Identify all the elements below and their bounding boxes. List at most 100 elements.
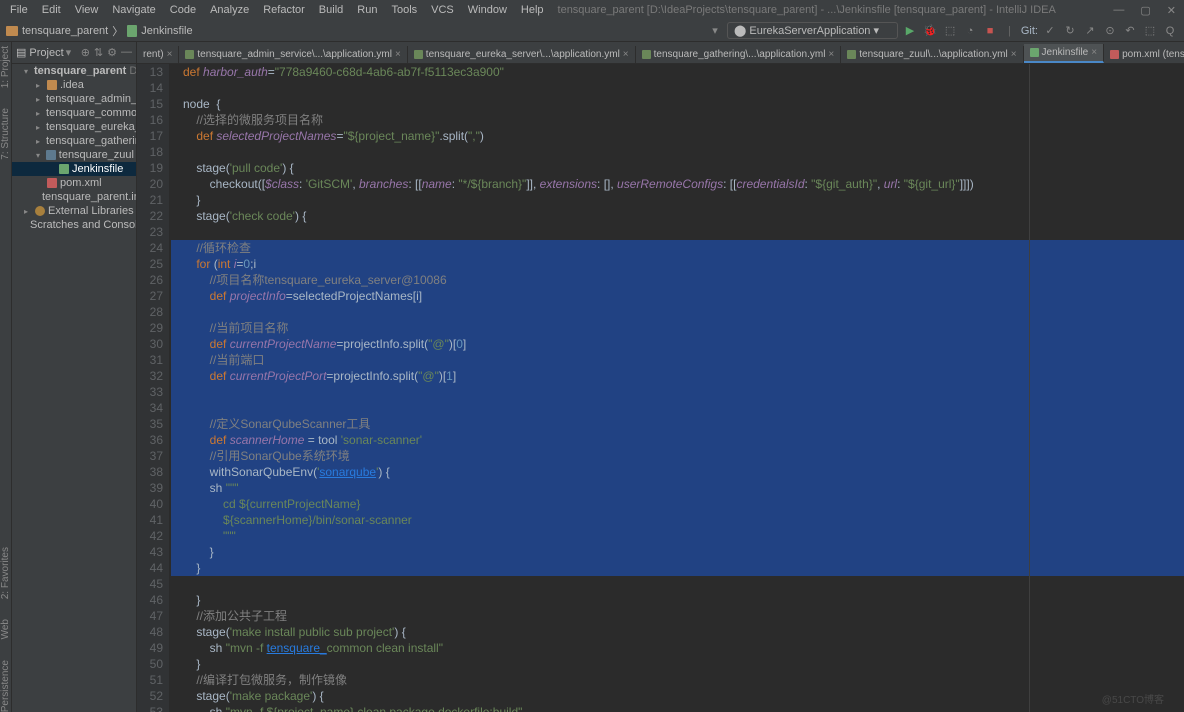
menu-build[interactable]: Build: [313, 2, 349, 18]
minimize-icon[interactable]: —: [1109, 4, 1128, 17]
code-content[interactable]: def harbor_auth="778a9460-c68d-4ab6-ab7f…: [169, 64, 1184, 712]
git-update-icon[interactable]: ✓: [1042, 23, 1058, 39]
code-line[interactable]: //当前端口: [171, 352, 1184, 368]
code-line[interactable]: def currentProjectName=projectInfo.split…: [171, 336, 1184, 352]
code-line[interactable]: [171, 304, 1184, 320]
editor-tab[interactable]: tensquare_gathering\...\application.yml×: [636, 46, 842, 63]
tree-item[interactable]: Scratches and Consoles: [12, 218, 136, 232]
code-line[interactable]: }: [171, 192, 1184, 208]
tree-item[interactable]: ▾tensquare_zuul: [12, 148, 136, 162]
structure-tool-button[interactable]: 7: Structure: [0, 108, 11, 160]
editor-tab[interactable]: rent)×: [137, 46, 179, 63]
git-revert-icon[interactable]: ↶: [1122, 23, 1138, 39]
code-line[interactable]: }: [171, 544, 1184, 560]
menu-edit[interactable]: Edit: [36, 2, 67, 18]
git-history-icon[interactable]: ⊙: [1102, 23, 1118, 39]
code-line[interactable]: //选择的微服务项目名称: [171, 112, 1184, 128]
code-line[interactable]: stage('pull code') {: [171, 160, 1184, 176]
debug-icon[interactable]: 🐞: [922, 23, 938, 39]
code-line[interactable]: [171, 384, 1184, 400]
code-line[interactable]: [171, 576, 1184, 592]
code-line[interactable]: cd ${currentProjectName}: [171, 496, 1184, 512]
tree-item[interactable]: Jenkinsfile: [12, 162, 136, 176]
web-tool-button[interactable]: Web: [0, 619, 11, 639]
code-line[interactable]: sh """: [171, 480, 1184, 496]
menu-help[interactable]: Help: [515, 2, 550, 18]
code-line[interactable]: checkout([$class: 'GitSCM', branches: [[…: [171, 176, 1184, 192]
tree-item[interactable]: pom.xml: [12, 176, 136, 190]
menu-navigate[interactable]: Navigate: [106, 2, 161, 18]
code-line[interactable]: """: [171, 528, 1184, 544]
code-line[interactable]: for (int i=0;i: [171, 256, 1184, 272]
code-line[interactable]: withSonarQubeEnv('sonarqube') {: [171, 464, 1184, 480]
tab-close-icon[interactable]: ×: [167, 49, 173, 60]
code-line[interactable]: def projectInfo=selectedProjectNames[i]: [171, 288, 1184, 304]
code-line[interactable]: //引用SonarQube系统环境: [171, 448, 1184, 464]
build-icon[interactable]: ▾: [707, 23, 723, 39]
menu-code[interactable]: Code: [164, 2, 202, 18]
code-line[interactable]: //添加公共子工程: [171, 608, 1184, 624]
menu-tools[interactable]: Tools: [385, 2, 423, 18]
run-icon[interactable]: ▶: [902, 23, 918, 39]
stop-icon[interactable]: ■: [982, 23, 998, 39]
code-line[interactable]: [171, 80, 1184, 96]
editor-tab[interactable]: pom.xml (tensquare_admin_service)×: [1104, 46, 1184, 63]
git-commit-icon[interactable]: ↻: [1062, 23, 1078, 39]
editor-tab[interactable]: Jenkinsfile×: [1024, 44, 1105, 63]
code-line[interactable]: node {: [171, 96, 1184, 112]
code-editor[interactable]: 1314151617181920212223242526272829303132…: [137, 64, 1184, 712]
menu-file[interactable]: File: [4, 2, 34, 18]
tab-close-icon[interactable]: ×: [623, 49, 629, 60]
code-line[interactable]: //当前项目名称: [171, 320, 1184, 336]
code-line[interactable]: [171, 144, 1184, 160]
code-line[interactable]: [171, 224, 1184, 240]
breadcrumb-file[interactable]: Jenkinsfile: [141, 25, 192, 37]
code-line[interactable]: def selectedProjectNames="${project_name…: [171, 128, 1184, 144]
tree-root[interactable]: ▾ tensquare_parent D:\IdeaPro: [12, 64, 136, 78]
menu-window[interactable]: Window: [462, 2, 513, 18]
run-config-dropdown[interactable]: ⬤ EurekaServerApplication ▾: [727, 22, 898, 39]
git-push-icon[interactable]: ↗: [1082, 23, 1098, 39]
profile-icon[interactable]: ◔: [962, 23, 978, 39]
menu-run[interactable]: Run: [351, 2, 383, 18]
favorites-tool-button[interactable]: 2: Favorites: [0, 547, 11, 599]
project-tool-button[interactable]: 1: Project: [0, 46, 11, 88]
code-line[interactable]: }: [171, 656, 1184, 672]
tab-close-icon[interactable]: ×: [1011, 49, 1017, 60]
hide-icon[interactable]: —: [121, 46, 132, 59]
tree-item[interactable]: ▸tensquare_common: [12, 106, 136, 120]
editor-tab[interactable]: tensquare_zuul\...\application.yml×: [841, 46, 1023, 63]
tree-item[interactable]: ▸tensquare_admin_service: [12, 92, 136, 106]
menu-refactor[interactable]: Refactor: [257, 2, 311, 18]
code-line[interactable]: def harbor_auth="778a9460-c68d-4ab6-ab7f…: [171, 64, 1184, 80]
tree-item[interactable]: tensquare_parent.iml: [12, 190, 136, 204]
editor-tab[interactable]: tensquare_eureka_server\...\application.…: [408, 46, 636, 63]
code-line[interactable]: def currentProjectPort=projectInfo.split…: [171, 368, 1184, 384]
editor-tab[interactable]: tensquare_admin_service\...\application.…: [179, 46, 407, 63]
coverage-icon[interactable]: ⬚: [942, 23, 958, 39]
code-line[interactable]: //循环检查: [171, 240, 1184, 256]
close-icon[interactable]: ✕: [1163, 4, 1180, 17]
tab-close-icon[interactable]: ×: [395, 49, 401, 60]
code-line[interactable]: }: [171, 592, 1184, 608]
tree-item[interactable]: ▸External Libraries: [12, 204, 136, 218]
tab-close-icon[interactable]: ×: [828, 49, 834, 60]
expand-all-icon[interactable]: ⇅: [94, 46, 103, 59]
breadcrumb-root[interactable]: tensquare_parent: [22, 25, 108, 37]
menu-view[interactable]: View: [69, 2, 105, 18]
code-line[interactable]: //项目名称tensquare_eureka_server@10086: [171, 272, 1184, 288]
code-line[interactable]: sh "mvn -f ${project_name} clean package…: [171, 704, 1184, 712]
code-line[interactable]: stage('check code') {: [171, 208, 1184, 224]
code-line[interactable]: //编译打包微服务，制作镜像: [171, 672, 1184, 688]
tree-item[interactable]: ▸tensquare_gathering: [12, 134, 136, 148]
gear-icon[interactable]: ⚙: [107, 46, 117, 59]
code-line[interactable]: def scannerHome = tool 'sonar-scanner': [171, 432, 1184, 448]
code-line[interactable]: sh "mvn -f tensquare_common clean instal…: [171, 640, 1184, 656]
code-line[interactable]: stage('make install public sub project')…: [171, 624, 1184, 640]
persistence-tool-button[interactable]: Persistence: [0, 660, 11, 712]
menu-vcs[interactable]: VCS: [425, 2, 460, 18]
project-tree[interactable]: ▾ tensquare_parent D:\IdeaPro ▸.idea▸ten…: [12, 64, 136, 712]
tree-item[interactable]: ▸tensquare_eureka_server: [12, 120, 136, 134]
code-line[interactable]: [171, 400, 1184, 416]
search-icon[interactable]: ⬚: [1142, 23, 1158, 39]
